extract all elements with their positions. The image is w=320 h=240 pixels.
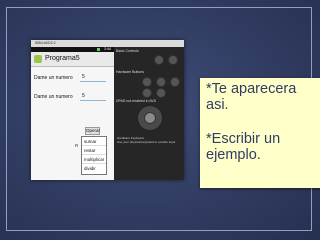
callout-line-2: asi. [206, 97, 229, 113]
callout-line-1: *Te aparecera [206, 81, 297, 97]
menu-item-sumar[interactable]: sumar [82, 137, 106, 146]
menu-item-multiplicar[interactable]: multiplicar [82, 155, 106, 164]
menu-item-dividir[interactable]: dividir [82, 164, 106, 173]
callout-note: *Te aparecera asi. *Escribir un ejemplo. [200, 78, 320, 188]
operar-button[interactable]: Operar [85, 127, 100, 135]
volume-down-icon[interactable] [154, 55, 164, 65]
result-label: R [75, 143, 79, 148]
input-label-2: Dame un numero [34, 94, 73, 100]
number-input-2-value: 5 [82, 93, 85, 99]
operation-dropdown[interactable]: sumar restar multiplicar dividir [81, 136, 107, 175]
hardware-buttons-heading: Hardware Buttons [116, 70, 145, 74]
keyboard-note: Use your physical keyboard to provide in… [117, 140, 176, 144]
callout-line-4: ejemplo. [206, 147, 261, 163]
menu-item-restar[interactable]: restar [82, 146, 106, 155]
app-icon [34, 55, 42, 63]
window-title-bar: 5554:AVD2.2 [31, 40, 184, 47]
emulator-screenshot: 5554:AVD2.2 2:44 Programa5 Dame un numer… [31, 40, 184, 180]
input-label-1: Dame un numero [34, 75, 73, 81]
home-button-icon[interactable] [142, 77, 152, 87]
app-title: Programa5 [45, 55, 80, 62]
menu-button-icon[interactable] [156, 77, 166, 87]
end-call-button-icon[interactable] [156, 88, 166, 98]
call-button-icon[interactable] [142, 88, 152, 98]
dpad-center-button[interactable] [144, 112, 156, 124]
back-button-icon[interactable] [170, 77, 180, 87]
emulator-controls-panel: Basic Controls Hardware Buttons DPAD not… [114, 47, 184, 180]
callout-line-3: *Escribir un [206, 131, 281, 147]
number-input-2[interactable]: 5 [80, 92, 106, 101]
basic-controls-heading: Basic Controls [116, 49, 139, 53]
window-title: 5554:AVD2.2 [35, 41, 56, 45]
battery-icon [97, 48, 100, 51]
dpad-heading: DPAD not enabled in AVD [116, 99, 157, 103]
number-input-1[interactable]: 5 [80, 73, 106, 82]
phone-screen: 2:44 Programa5 Dame un numero 5 Dame un … [31, 47, 114, 180]
number-input-1-value: 5 [82, 74, 85, 80]
app-action-bar: Programa5 [31, 52, 114, 67]
volume-up-icon[interactable] [168, 55, 178, 65]
